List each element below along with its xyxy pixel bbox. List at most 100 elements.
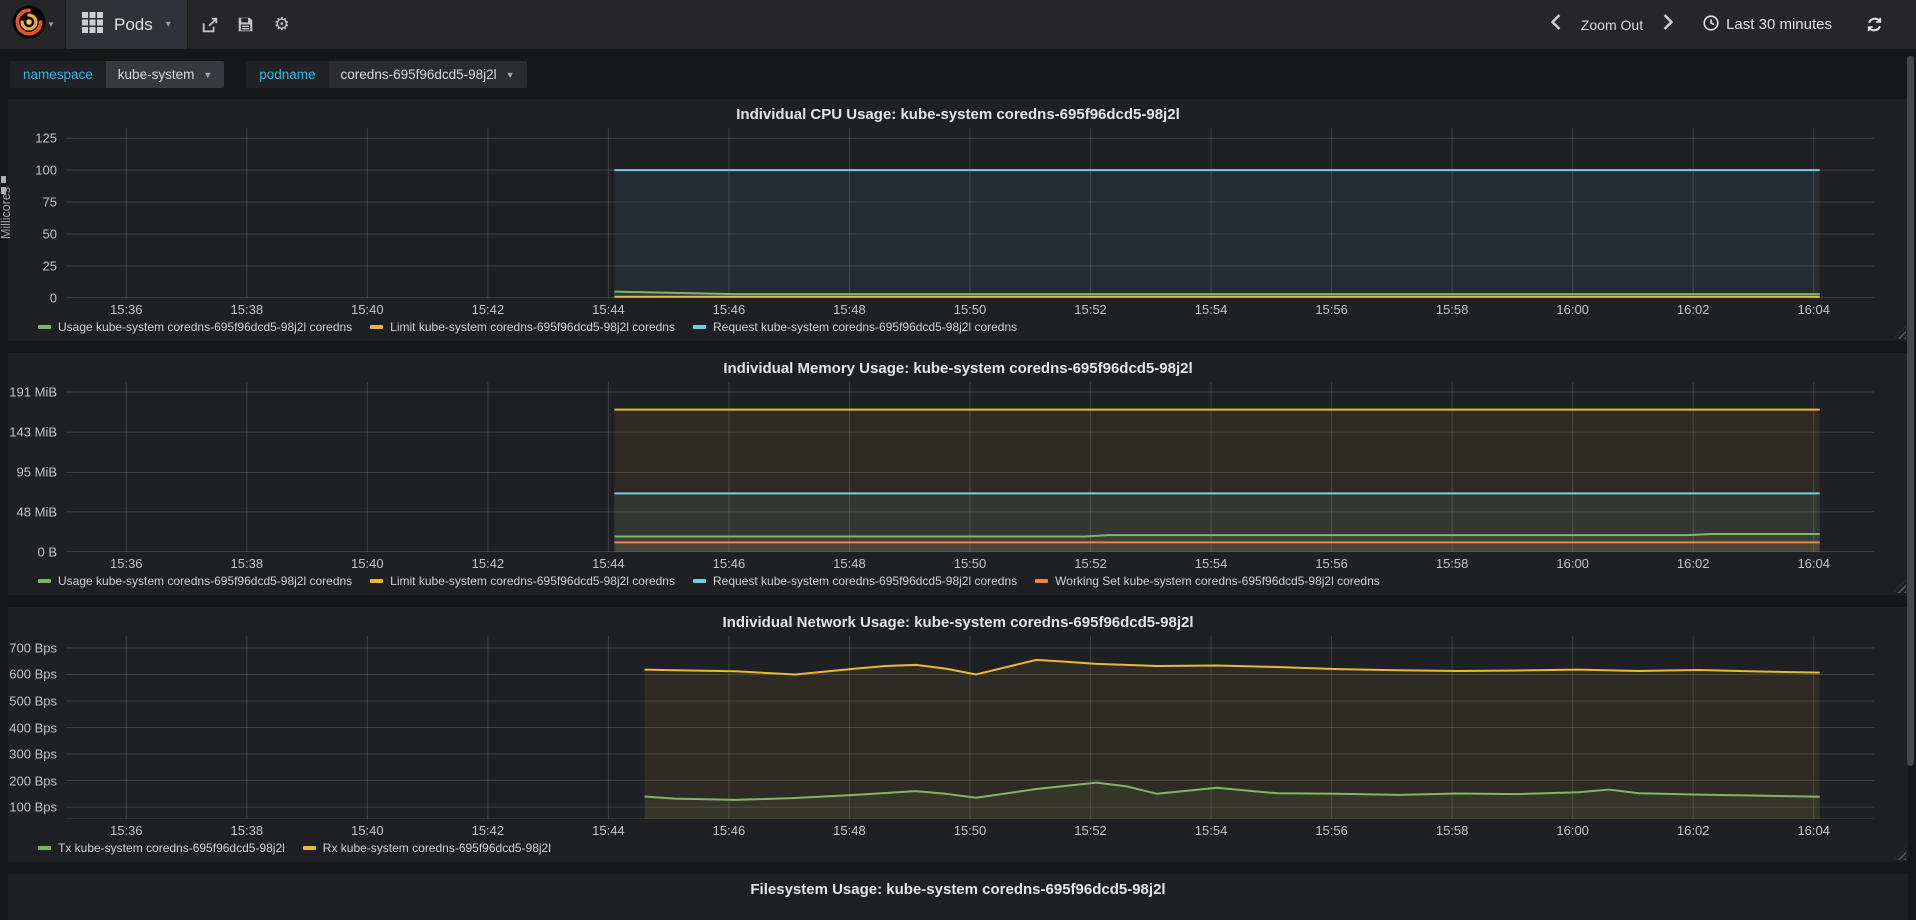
variable-podname-select[interactable]: coredns-695f96dcd5-98j2l ▼ [328,61,527,88]
x-tick-label: 15:58 [1435,302,1469,317]
x-tick-label: 16:02 [1676,556,1710,571]
legend-swatch [692,325,706,329]
legend-swatch [692,579,706,583]
legend-swatch [370,325,384,329]
legend-swatch [38,325,51,329]
x-tick-label: 15:54 [1194,823,1228,838]
x-tick-label: 15:38 [230,556,264,571]
panel-title[interactable]: Individual Memory Usage: kube-system cor… [8,358,1908,380]
x-tick-label: 15:38 [230,302,264,317]
legend-label: Limit kube-system coredns-695f96dcd5-98j… [390,320,675,334]
x-tick-label: 15:36 [109,556,143,571]
time-controls: Zoom Out Last 30 minutes [1545,0,1916,49]
refresh-button[interactable] [1858,9,1890,41]
time-range-label: Last 30 minutes [1726,16,1832,33]
row-drag-handle[interactable] [1,176,7,198]
x-tick-label: 15:42 [471,556,505,571]
legend-swatch [302,846,316,850]
x-tick-label: 15:42 [471,302,505,317]
cpu-plot[interactable] [66,128,1874,298]
x-tick-label: 15:48 [833,556,866,571]
legend-swatch [38,579,51,583]
dashboard-title: Pods [114,14,153,34]
variable-podname: podname coredns-695f96dcd5-98j2l ▼ [246,61,527,88]
x-tick-label: 16:02 [1676,823,1710,838]
x-tick-label: 16:04 [1797,302,1830,317]
x-tick-label: 15:42 [471,823,505,838]
memory-legend: Usage kube-system coredns-695f96dcd5-98j… [8,573,1908,595]
panel-memory-usage: Individual Memory Usage: kube-system cor… [8,353,1908,595]
y-tick-label: 191 MiB [9,384,57,400]
template-variables-bar: namespace kube-system ▼ podname coredns-… [0,49,1916,99]
network-chart-area: 100 Bps 200 Bps 300 Bps 400 Bps 500 Bps 600 B… [8,636,1908,819]
legend-item[interactable]: Request kube-system coredns-695f96dcd5-9… [692,574,1018,588]
y-tick-label: 125 [35,130,57,146]
legend-item[interactable]: Limit kube-system coredns-695f96dcd5-98j… [370,320,675,334]
variable-namespace-label: namespace [10,61,106,88]
y-axis-labels: 100 Bps 200 Bps 300 Bps 400 Bps 500 Bps 600 B… [8,636,66,819]
legend-item[interactable]: Rx kube-system coredns-695f96dcd5-98j2l [302,841,551,855]
cpu-legend: Usage kube-system coredns-695f96dcd5-98j… [8,319,1908,341]
legend-swatch [370,579,384,583]
legend-item[interactable]: Request kube-system coredns-695f96dcd5-9… [692,320,1017,334]
y-tick-label: 600 Bps [9,666,57,682]
x-tick-label: 15:40 [351,823,384,838]
legend-item[interactable]: Usage kube-system coredns-695f96dcd5-98j… [38,320,352,334]
save-button[interactable] [230,9,262,41]
y-tick-label: 75 [42,194,57,210]
legend-label: Request kube-system coredns-695f96dcd5-9… [712,574,1018,588]
x-tick-label: 15:52 [1074,302,1107,317]
scrollbar-thumb[interactable] [1907,56,1914,766]
x-tick-label: 15:56 [1315,823,1348,838]
x-axis-labels: 15:36 15:38 15:40 15:42 15:44 15:46 15:48 15:50… [66,298,1874,319]
chevron-down-icon: ▼ [505,69,515,80]
legend-item[interactable]: Limit kube-system coredns-695f96dcd5-98j… [370,574,675,588]
y-axis-labels: 0 25 50 75 100 125 [8,128,66,306]
dashboard-picker[interactable]: Pods ▾ [66,0,188,49]
x-tick-label: 15:50 [953,823,987,838]
cpu-chart-area: Millicores 0 25 50 75 100 125 [0,128,1908,306]
panel-title[interactable]: Individual Network Usage: kube-system co… [8,612,1908,634]
y-tick-label: 300 Bps [9,746,57,762]
x-tick-label: 15:40 [351,556,384,571]
time-range-button[interactable]: Last 30 minutes [1703,14,1832,35]
dashboard-grid-icon [82,11,103,38]
x-tick-label: 16:04 [1797,823,1830,838]
gear-icon[interactable]: ⚙ [266,9,298,41]
x-tick-label: 16:04 [1797,556,1830,571]
legend-item[interactable]: Usage kube-system coredns-695f96dcd5-98j… [38,574,352,588]
y-tick-label: 100 [35,162,57,178]
x-tick-label: 15:46 [712,556,746,571]
panel-title[interactable]: Individual CPU Usage: kube-system coredn… [8,104,1908,126]
legend-swatch [38,846,51,850]
navbar-spacer [304,0,1545,49]
x-axis-labels: 15:36 15:38 15:40 15:42 15:44 15:46 15:48 15:50… [66,552,1874,573]
legend-label: Usage kube-system coredns-695f96dcd5-98j… [58,320,353,334]
x-tick-label: 15:52 [1074,823,1107,838]
x-tick-label: 15:44 [592,556,625,571]
chevron-left-icon[interactable] [1545,14,1567,35]
y-tick-label: 0 B [37,544,57,560]
y-axis-labels: 0 B 48 MiB 95 MiB 143 MiB 191 MiB [8,382,66,560]
memory-plot[interactable] [66,382,1874,552]
x-tick-label: 15:54 [1194,302,1228,317]
grafana-menu-button[interactable]: ▾ [0,0,66,49]
x-axis-labels: 15:36 15:38 15:40 15:42 15:44 15:46 15:48 15:50… [66,819,1874,840]
legend-item[interactable]: Tx kube-system coredns-695f96dcd5-98j2l [38,841,285,855]
y-tick-label: 143 MiB [9,424,57,440]
x-tick-label: 15:36 [109,823,143,838]
legend-swatch [1035,579,1049,583]
legend-label: Limit kube-system coredns-695f96dcd5-98j… [390,574,675,588]
panel-title[interactable]: Filesystem Usage: kube-system coredns-69… [8,879,1908,901]
network-plot[interactable] [66,636,1874,819]
zoom-out-button[interactable]: Zoom Out [1577,17,1647,33]
panel-filesystem-usage: Filesystem Usage: kube-system coredns-69… [8,874,1908,920]
x-tick-label: 16:00 [1556,823,1589,838]
chevron-down-icon: ▾ [165,19,171,30]
chevron-down-icon: ▼ [203,69,213,80]
share-button[interactable] [194,9,226,41]
legend-item[interactable]: Working Set kube-system coredns-695f96dc… [1035,574,1380,588]
chevron-down-icon: ▾ [48,19,54,29]
chevron-right-icon[interactable] [1657,14,1679,35]
variable-namespace-select[interactable]: kube-system ▼ [105,61,225,88]
